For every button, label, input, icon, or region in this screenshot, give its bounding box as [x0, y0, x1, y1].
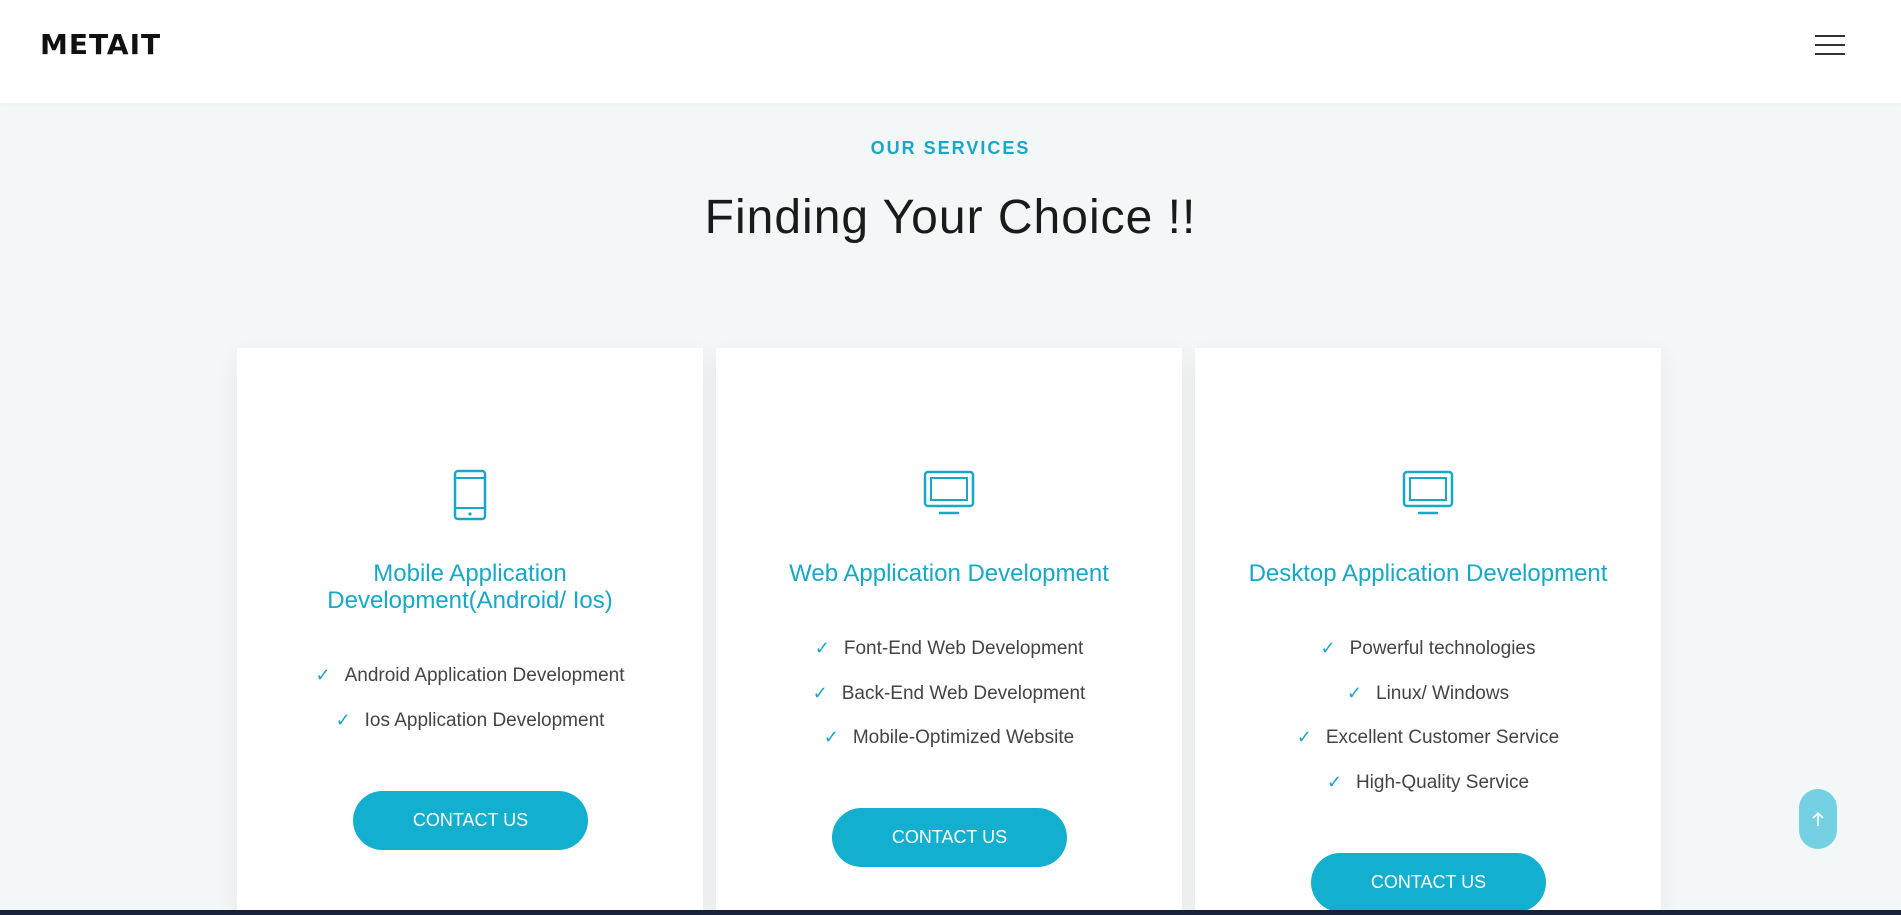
- contact-us-button[interactable]: CONTACT US: [832, 808, 1067, 867]
- feature-label: Ios Application Development: [364, 709, 605, 731]
- service-card-mobile: Mobile Application Development(Android/ …: [237, 348, 703, 915]
- feature-item: ✓ Powerful technologies: [1195, 626, 1661, 671]
- check-icon: ✓: [1320, 638, 1336, 658]
- check-icon: ✓: [823, 727, 839, 747]
- feature-item: ✓ Mobile-Optimized Website: [716, 715, 1182, 760]
- feature-item: ✓ Ios Application Development: [237, 698, 703, 743]
- feature-list: ✓ Font-End Web Development ✓ Back-End Web …: [716, 626, 1182, 760]
- card-title-line: Development(Android/ Ios): [327, 587, 613, 614]
- feature-item: ✓ Excellent Customer Service: [1195, 715, 1661, 760]
- feature-label: High-Quality Service: [1355, 771, 1530, 793]
- feature-list: ✓ Powerful technologies ✓ Linux/ Windows ✓…: [1195, 626, 1661, 804]
- feature-item: ✓ Back-End Web Development: [716, 671, 1182, 716]
- card-title: Mobile Application Development(Android/ …: [257, 560, 683, 614]
- contact-us-button[interactable]: CONTACT US: [1311, 853, 1546, 912]
- arrow-up-icon: [1812, 811, 1824, 826]
- logo[interactable]: METAIT: [40, 28, 161, 61]
- card-title: Web Application Development: [789, 560, 1109, 587]
- menu-bar: [1815, 44, 1845, 46]
- contact-us-button[interactable]: CONTACT US: [353, 791, 588, 850]
- check-icon: ✓: [335, 709, 351, 730]
- feature-label: Excellent Customer Service: [1325, 727, 1560, 748]
- feature-item: ✓ Android Application Development: [237, 653, 703, 698]
- scroll-to-top-button[interactable]: [1799, 789, 1837, 849]
- section-title: Finding Your Choice !!: [704, 191, 1197, 244]
- monitor-icon: [1195, 468, 1661, 526]
- feature-list: ✓ Android Application Development ✓ Ios Ap…: [237, 653, 703, 742]
- check-icon: ✓: [814, 638, 830, 658]
- mobile-phone-icon: [237, 468, 703, 526]
- feature-item: ✓ Font-End Web Development: [716, 626, 1182, 671]
- check-icon: ✓: [1346, 682, 1363, 703]
- service-card-web: Web Application Development ✓ Font-End We…: [716, 348, 1182, 915]
- section-eyebrow: OUR SERVICES: [870, 138, 1031, 158]
- site-header: METAIT: [0, 0, 1901, 103]
- card-title-line: Mobile Application: [373, 560, 567, 587]
- check-icon: ✓: [1326, 771, 1342, 792]
- bottom-strip: [0, 910, 1901, 915]
- feature-label: Font-End Web Development: [843, 638, 1084, 659]
- feature-item: ✓ Linux/ Windows: [1195, 671, 1661, 716]
- card-title: Desktop Application Development: [1248, 560, 1608, 587]
- monitor-icon: [716, 468, 1182, 526]
- feature-label: Mobile-Optimized Website: [852, 727, 1075, 748]
- hamburger-menu-icon[interactable]: [1815, 33, 1845, 57]
- feature-item: ✓ High-Quality Service: [1195, 760, 1661, 805]
- check-icon: ✓: [315, 665, 331, 685]
- check-icon: ✓: [812, 682, 828, 703]
- feature-label: Linux/ Windows: [1376, 682, 1510, 704]
- check-icon: ✓: [1296, 727, 1312, 747]
- service-card-desktop: Desktop Application Development ✓ Powerfu…: [1195, 348, 1661, 915]
- feature-label: Back-End Web Development: [841, 682, 1086, 704]
- feature-label: Android Application Development: [344, 665, 625, 686]
- feature-label: Powerful technologies: [1349, 638, 1536, 659]
- menu-bar: [1815, 35, 1845, 37]
- menu-bar: [1815, 53, 1845, 55]
- page: METAIT OUR SERVICES Finding Your Choice …: [0, 0, 1901, 915]
